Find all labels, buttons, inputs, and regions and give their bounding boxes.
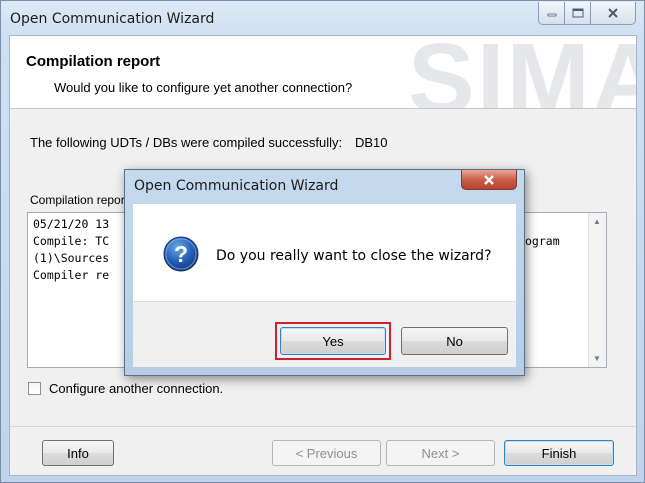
close-button[interactable]	[591, 2, 635, 24]
previous-button[interactable]: < Previous	[272, 440, 381, 466]
window-controls	[538, 2, 636, 25]
scroll-up-icon[interactable]: ▲	[593, 217, 601, 226]
vertical-scrollbar[interactable]: ▲ ▼	[588, 213, 606, 367]
dialog-close-button[interactable]	[461, 170, 517, 190]
configure-another-checkbox[interactable]	[28, 382, 41, 395]
scroll-down-icon[interactable]: ▼	[593, 354, 601, 363]
no-button[interactable]: No	[401, 327, 508, 355]
page-title: Compilation report	[26, 53, 161, 70]
log-line-tail: ogram	[525, 234, 560, 248]
finish-button[interactable]: Finish	[504, 440, 614, 466]
confirm-close-dialog: Open Communication Wizard ? Do you reall…	[124, 169, 525, 376]
compiled-udts-label: The following UDTs / DBs were compiled s…	[30, 135, 343, 150]
close-icon	[484, 174, 494, 185]
title-bar[interactable]: Open Communication Wizard	[1, 1, 644, 35]
dialog-message: Do you really want to close the wizard?	[216, 248, 492, 264]
log-line: Compiler re	[33, 268, 110, 282]
dialog-title: Open Communication Wizard	[134, 178, 339, 194]
footer-divider	[10, 426, 636, 427]
wizard-header: SIMA Compilation report Would you like t…	[10, 36, 636, 109]
yes-button[interactable]: Yes	[280, 327, 386, 355]
dialog-footer: Yes No	[133, 301, 516, 367]
close-icon	[608, 8, 618, 18]
configure-another-row: Configure another connection.	[28, 381, 223, 396]
window-title: Open Communication Wizard	[10, 11, 215, 27]
question-icon: ?	[163, 236, 199, 272]
compilation-report-label: Compilation report	[30, 193, 129, 207]
log-line: Compile: TC	[33, 234, 110, 248]
dialog-body: ? Do you really want to close the wizard…	[133, 204, 516, 301]
log-line: (1)\Sources	[33, 251, 110, 265]
log-line: 05/21/20 13	[33, 217, 110, 231]
next-button[interactable]: Next >	[386, 440, 495, 466]
configure-another-label[interactable]: Configure another connection.	[49, 381, 223, 396]
compiled-udts-value: DB10	[355, 135, 388, 150]
maximize-button[interactable]	[565, 2, 591, 24]
minimize-icon	[547, 13, 556, 17]
maximize-icon	[572, 8, 583, 18]
svg-text:?: ?	[174, 241, 188, 267]
brand-watermark: SIMA	[408, 36, 636, 109]
minimize-button[interactable]	[539, 2, 565, 24]
info-button[interactable]: Info	[42, 440, 114, 466]
page-subtitle: Would you like to configure yet another …	[54, 80, 353, 95]
